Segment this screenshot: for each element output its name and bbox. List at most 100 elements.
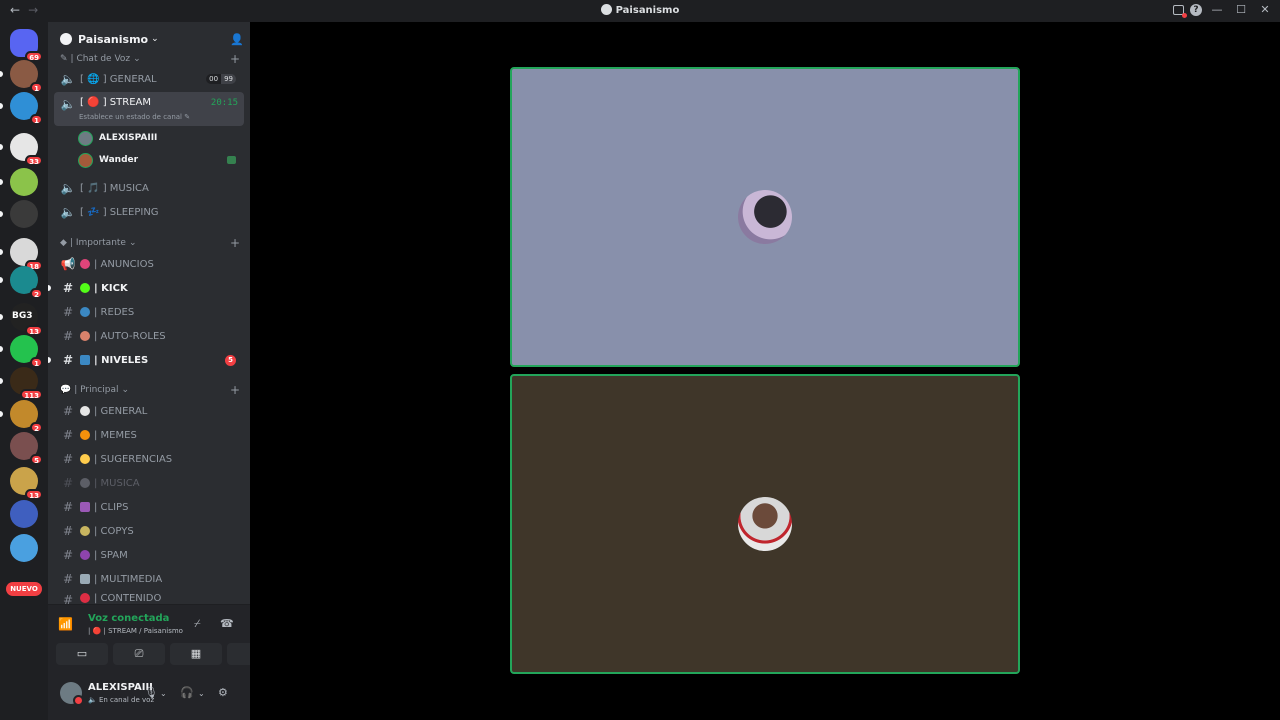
speech-bubble-icon	[80, 406, 90, 416]
film-icon	[80, 502, 90, 512]
channel-name: | MUSICA	[94, 477, 140, 489]
server-icon[interactable]	[10, 200, 38, 228]
noise-suppression-icon[interactable]: ⌿	[194, 617, 201, 631]
category-main[interactable]: 💬 | Principal ⌄ +	[60, 383, 240, 397]
avatar[interactable]	[60, 682, 84, 706]
channel-anuncios[interactable]: 📢 | ANUNCIOS	[54, 253, 244, 275]
channel-name: | CONTENIDO	[94, 593, 162, 604]
add-channel-icon[interactable]: +	[230, 383, 240, 397]
channel-sugerencias[interactable]: # | SUGERENCIAS	[54, 448, 244, 470]
channel-multimedia[interactable]: # | MULTIMEDIA	[54, 568, 244, 590]
server-icon[interactable]: 2	[10, 266, 43, 299]
camera-button[interactable]: ▭	[56, 643, 108, 665]
unread-indicator	[48, 357, 51, 363]
participant-avatar	[738, 497, 792, 551]
set-channel-status[interactable]: Establece un estado de canal ✎	[79, 113, 190, 121]
window-title: Paisanismo	[0, 4, 1280, 16]
mention-badge: 5	[225, 354, 236, 366]
headphones-icon[interactable]: 🎧	[180, 686, 194, 699]
title-bar: ← → Paisanismo ? — ☐ ✕	[0, 0, 1280, 22]
server-icon[interactable]: 13	[10, 467, 43, 500]
voice-channel-stream[interactable]: 🔈 [ 🔴 ] STREAM 20:15 Establece un estado…	[54, 92, 244, 126]
user-panel: ALEXISPAIII 🔈 En canal de voz 🎙 ⌄ 🎧 ⌄ ⚙	[48, 670, 250, 720]
channel-niveles[interactable]: # | NIVELES 5	[48, 349, 244, 371]
server-icon[interactable]	[10, 534, 38, 562]
gear-icon[interactable]: ⚙	[218, 686, 228, 699]
add-channel-icon[interactable]: +	[230, 236, 240, 250]
participant-tile[interactable]	[510, 67, 1020, 367]
category-important[interactable]: ◆ | Importante ⌄ +	[60, 236, 240, 250]
server-icon[interactable]: 33	[10, 133, 43, 166]
server-icon[interactable]	[10, 168, 38, 196]
maximize-button[interactable]: ☐	[1232, 3, 1250, 16]
chevron-down-icon[interactable]: ⌄	[198, 689, 205, 698]
channel-spam[interactable]: # | SPAM	[54, 544, 244, 566]
category-voice[interactable]: ✎ | Chat de Voz ⌄ +	[60, 52, 240, 66]
channel-auto-roles[interactable]: # | AUTO-ROLES	[54, 325, 244, 347]
close-button[interactable]: ✕	[1256, 3, 1274, 16]
channel-contenido[interactable]: # | CONTENIDO	[54, 592, 244, 604]
unread-indicator	[0, 144, 3, 150]
server-icon[interactable]: 2	[10, 400, 43, 433]
server-icon[interactable]: BG3 13	[10, 303, 43, 336]
server-icon[interactable]: 113	[10, 367, 43, 400]
speech-bubble-icon: 💬	[60, 385, 72, 395]
voice-user[interactable]: Wander	[78, 150, 242, 170]
signal-icon[interactable]: 📶	[58, 617, 73, 631]
voice-actions: ▭ ⎚ ▦ ♫	[56, 643, 279, 665]
unread-indicator	[0, 211, 3, 217]
voice-status[interactable]: Voz conectada	[88, 613, 169, 624]
voice-channel-link[interactable]: | 🔴 | STREAM / Paisanismo	[88, 627, 183, 635]
microphone-icon[interactable]: 🎙	[144, 686, 158, 699]
server-icon[interactable]: 69	[10, 29, 43, 62]
guild-name: Paisanismo	[78, 32, 149, 46]
hash-icon: #	[62, 353, 74, 367]
channel-memes[interactable]: # | MEMES	[54, 424, 244, 446]
guild-header[interactable]: Paisanismo ⌄ 👤	[48, 22, 250, 56]
new-badge[interactable]: NUEVO	[6, 582, 42, 596]
channel-name: | KICK	[94, 282, 128, 294]
server-icon[interactable]: 1	[10, 92, 43, 125]
voice-channel-general[interactable]: 🔈 [ 🌐 ] GENERAL 00 99	[54, 68, 244, 90]
channel-copys[interactable]: # | COPYS	[54, 520, 244, 542]
minimize-button[interactable]: —	[1208, 3, 1226, 16]
avatar	[78, 130, 93, 146]
channel-redes[interactable]: # | REDES	[54, 301, 244, 323]
channel-general[interactable]: # | GENERAL	[54, 400, 244, 422]
disconnect-icon[interactable]: ☎	[220, 617, 234, 630]
channel-name: [ 🔴 ] STREAM	[80, 97, 151, 108]
help-icon[interactable]: ?	[1190, 3, 1202, 16]
notification-badge: 5	[30, 454, 43, 465]
channel-name: [ 🌐 ] GENERAL	[80, 73, 157, 85]
up-arrow-icon	[80, 355, 90, 365]
server-icon[interactable]: 1	[10, 60, 43, 93]
hash-icon: #	[62, 476, 74, 490]
channel-kick[interactable]: # | KICK	[48, 277, 244, 299]
notification-badge: 13	[25, 489, 43, 500]
hash-icon: #	[62, 404, 74, 418]
globe-icon	[80, 307, 90, 317]
server-label: BG3	[12, 311, 33, 321]
screen-share-button[interactable]: ⎚	[113, 643, 165, 665]
server-icon[interactable]: 5	[10, 432, 43, 465]
server-icon[interactable]: 18	[10, 238, 43, 271]
add-channel-icon[interactable]: +	[230, 52, 240, 66]
activities-button[interactable]: ▦	[170, 643, 222, 665]
speaker-icon: 🔈	[60, 72, 76, 86]
voice-user[interactable]: ALEXISPAIII	[78, 128, 242, 148]
server-icon[interactable]: 1	[10, 335, 43, 368]
channel-musica[interactable]: # | MUSICA	[54, 472, 244, 494]
participant-tile[interactable]	[510, 374, 1020, 674]
voice-channel-musica[interactable]: 🔈 [ 🎵 ] MUSICA	[54, 177, 244, 199]
server-icon[interactable]	[10, 500, 38, 528]
invite-icon[interactable]: 👤	[230, 33, 244, 46]
chevron-down-icon[interactable]: ⌄	[160, 689, 167, 698]
channel-clips[interactable]: # | CLIPS	[54, 496, 244, 518]
hash-icon: #	[62, 500, 74, 514]
unread-indicator	[0, 179, 3, 185]
inbox-icon[interactable]	[1173, 4, 1187, 18]
unread-indicator	[0, 314, 3, 320]
pencil-icon	[80, 526, 90, 536]
voice-channel-sleeping[interactable]: 🔈 [ 💤 ] SLEEPING	[54, 201, 244, 223]
notification-badge: 2	[30, 288, 43, 299]
